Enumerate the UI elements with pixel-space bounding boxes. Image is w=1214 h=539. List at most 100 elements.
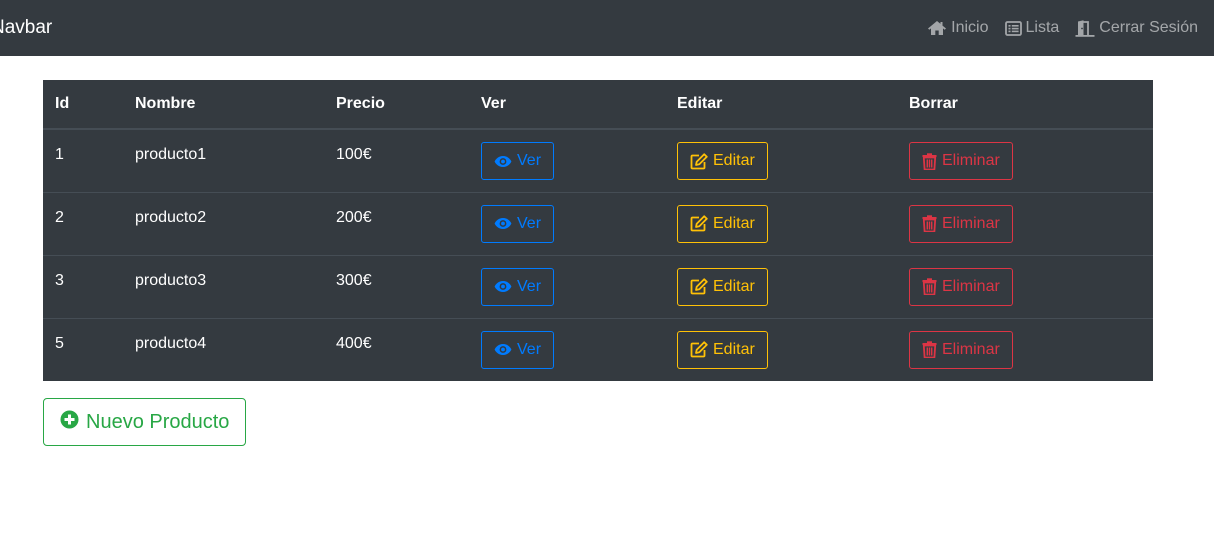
eliminar-label: Eliminar xyxy=(942,277,1000,295)
eliminar-button[interactable]: Eliminar xyxy=(909,204,1013,243)
cell-id: 2 xyxy=(43,191,123,255)
ver-label: Ver xyxy=(517,277,542,295)
ver-button[interactable]: Ver xyxy=(481,204,555,243)
eliminar-button[interactable]: Eliminar xyxy=(909,267,1013,306)
table-row: 5 producto4 400€ Ver Editar Eliminar xyxy=(43,317,1153,381)
editar-label: Editar xyxy=(713,277,755,295)
cell-id: 3 xyxy=(43,254,123,318)
trash-icon xyxy=(922,152,937,170)
cell-precio-text: 300€ xyxy=(336,271,372,289)
ver-button[interactable]: Ver xyxy=(481,330,555,369)
cell-id-text: 2 xyxy=(55,208,64,226)
editar-button[interactable]: Editar xyxy=(677,267,768,306)
cell-nombre-text: producto1 xyxy=(135,146,207,163)
eye-icon xyxy=(494,343,512,356)
plus-circle-icon xyxy=(60,410,79,435)
eye-icon xyxy=(494,280,512,293)
cell-borrar: Eliminar xyxy=(897,254,1153,318)
cell-editar: Editar xyxy=(665,254,897,318)
cell-editar: Editar xyxy=(665,191,897,255)
cell-nombre: producto4 xyxy=(123,317,324,381)
header-id: Id xyxy=(43,80,123,130)
cell-editar: Editar xyxy=(665,317,897,381)
editar-label: Editar xyxy=(713,214,755,232)
cell-precio-text: 100€ xyxy=(336,146,372,163)
ver-button[interactable]: Ver xyxy=(481,267,555,306)
ver-label: Ver xyxy=(517,214,542,232)
eye-icon xyxy=(494,217,512,230)
header-borrar: Borrar xyxy=(897,80,1153,130)
edit-icon xyxy=(690,278,708,295)
cell-precio: 100€ xyxy=(324,129,469,192)
nav-link-inicio[interactable]: Inicio xyxy=(927,17,989,39)
cell-ver: Ver xyxy=(469,254,665,318)
edit-icon xyxy=(690,152,708,170)
eliminar-button[interactable]: Eliminar xyxy=(909,142,1013,180)
navbar-links: Inicio Lista Cerrar Sesión xyxy=(927,17,1198,39)
cell-precio: 400€ xyxy=(324,317,469,381)
trash-icon xyxy=(922,341,937,358)
edit-icon xyxy=(690,215,708,232)
header-precio: Precio xyxy=(324,80,469,130)
cell-id: 1 xyxy=(43,129,123,192)
new-product-button[interactable]: Nuevo Producto xyxy=(43,398,247,446)
navbar: Navbar Inicio Lista Cerrar Sesión xyxy=(0,0,1214,56)
cell-id-text: 5 xyxy=(55,334,64,352)
table-row: 1 producto1 100€ Ver Editar Eliminar xyxy=(43,129,1153,192)
table-header-row: Id Nombre Precio Ver Editar Borrar xyxy=(43,80,1153,130)
products-table: Id Nombre Precio Ver Editar Borrar 1 prod… xyxy=(43,80,1153,381)
cell-nombre: producto1 xyxy=(123,129,324,192)
editar-label: Editar xyxy=(713,340,755,358)
eliminar-label: Eliminar xyxy=(942,340,1000,358)
list-icon xyxy=(1004,20,1022,36)
cell-borrar: Eliminar xyxy=(897,191,1153,255)
table-row: 3 producto3 300€ Ver Editar Eliminar xyxy=(43,254,1153,318)
nav-link-cerrar-sesion[interactable]: Cerrar Sesión xyxy=(1075,17,1198,39)
editar-button[interactable]: Editar xyxy=(677,204,768,243)
door-open-icon xyxy=(1075,19,1095,37)
cell-borrar: Eliminar xyxy=(897,317,1153,381)
cell-precio-text: 200€ xyxy=(336,208,372,226)
eye-icon xyxy=(494,155,512,168)
edit-icon xyxy=(690,341,708,358)
cell-nombre: producto2 xyxy=(123,191,324,255)
header-nombre: Nombre xyxy=(123,80,324,130)
cell-nombre-text: producto4 xyxy=(135,334,207,352)
cell-precio: 200€ xyxy=(324,191,469,255)
nav-link-label: Cerrar Sesión xyxy=(1099,19,1198,36)
cell-editar: Editar xyxy=(665,129,897,192)
cell-borrar: Eliminar xyxy=(897,129,1153,192)
nav-link-lista[interactable]: Lista xyxy=(1004,17,1060,39)
new-product-label: Nuevo Producto xyxy=(86,410,230,433)
cell-id-text: 3 xyxy=(55,271,64,289)
cell-precio-text: 400€ xyxy=(336,334,372,352)
ver-label: Ver xyxy=(517,340,542,358)
eliminar-label: Eliminar xyxy=(942,214,1000,232)
editar-button[interactable]: Editar xyxy=(677,142,768,180)
ver-button[interactable]: Ver xyxy=(481,142,555,180)
navbar-brand[interactable]: Navbar xyxy=(0,16,52,40)
header-ver: Ver xyxy=(469,80,665,130)
trash-icon xyxy=(922,215,937,232)
cell-ver: Ver xyxy=(469,317,665,381)
editar-button[interactable]: Editar xyxy=(677,330,768,369)
cell-nombre-text: producto3 xyxy=(135,271,207,289)
trash-icon xyxy=(922,278,937,295)
cell-nombre: producto3 xyxy=(123,254,324,318)
cell-id-text: 1 xyxy=(55,146,64,163)
table-row: 2 producto2 200€ Ver Editar Eliminar xyxy=(43,191,1153,255)
editar-label: Editar xyxy=(713,152,755,169)
cell-nombre-text: producto2 xyxy=(135,208,207,226)
products-table-container: Id Nombre Precio Ver Editar Borrar 1 prod… xyxy=(43,80,1153,381)
cell-precio: 300€ xyxy=(324,254,469,318)
cell-id: 5 xyxy=(43,317,123,381)
header-editar: Editar xyxy=(665,80,897,130)
cell-ver: Ver xyxy=(469,129,665,192)
nav-link-label: Inicio xyxy=(951,19,989,36)
cell-ver: Ver xyxy=(469,191,665,255)
nav-link-label: Lista xyxy=(1025,19,1060,36)
ver-label: Ver xyxy=(517,152,542,169)
home-icon xyxy=(927,20,947,36)
eliminar-label: Eliminar xyxy=(942,152,1000,169)
eliminar-button[interactable]: Eliminar xyxy=(909,330,1013,369)
